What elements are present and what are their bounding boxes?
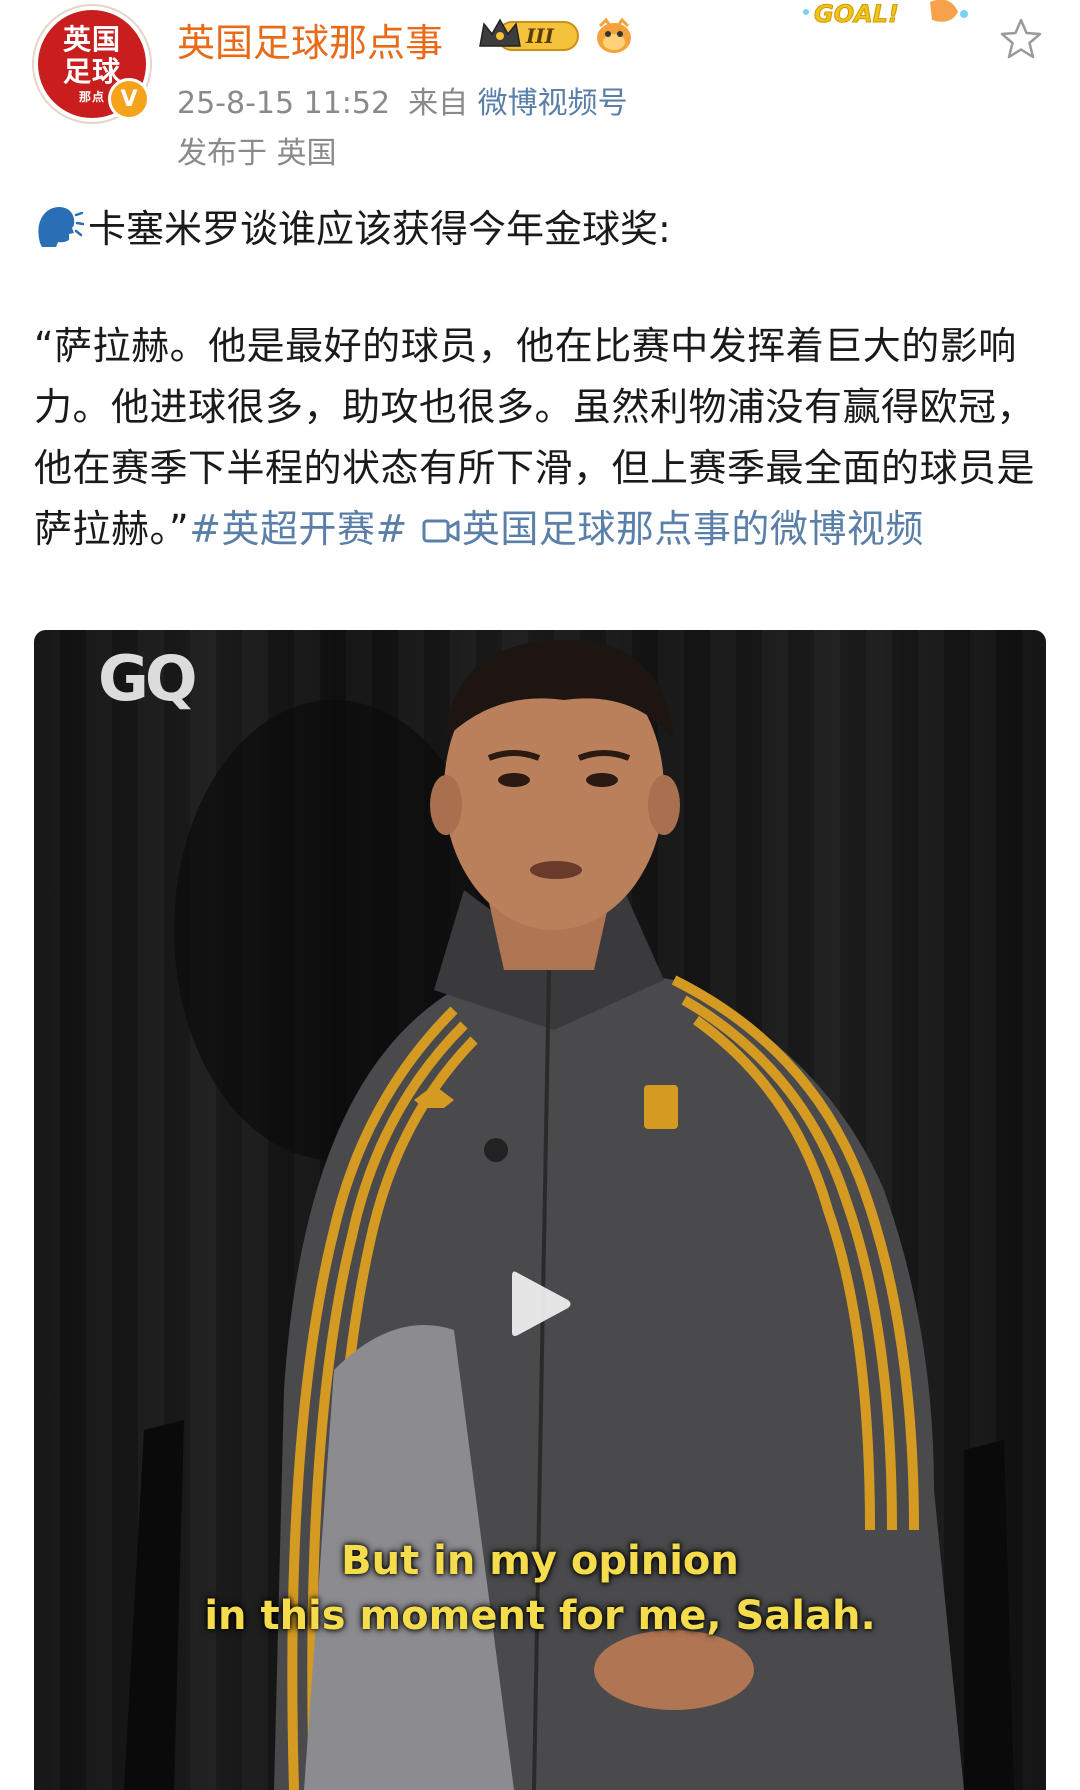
rank-badge-label: III — [525, 24, 555, 48]
username[interactable]: 英国足球那点事 — [177, 12, 443, 67]
post-datetime: 25-8-15 11:52 — [177, 86, 391, 121]
verified-icon: V — [108, 78, 150, 120]
avatar-logo-sub: 那点 — [78, 90, 105, 104]
speaking-head-icon — [38, 206, 84, 247]
subtitle-line-2: in this moment for me, Salah. — [204, 1593, 876, 1639]
gq-watermark: GQ — [98, 642, 198, 715]
post-content: “萨拉赫。他是最好的球员，他在比赛中发挥着巨大的影响力。他进球很多，助攻也很多。… — [34, 316, 1054, 560]
intro-text: 卡塞米罗谈谁应该获得今年金球奖: — [88, 207, 671, 251]
weibo-post: 英国 足球 那点 V 英国足球那点事 III GOAL! 25-8-15 11:… — [0, 0, 1080, 1790]
avatar-logo-line1: 英国 — [62, 23, 121, 56]
post-meta: 25-8-15 11:52 来自 微博视频号 — [177, 78, 628, 122]
source-link[interactable]: 微博视频号 — [478, 86, 628, 121]
star-icon[interactable] — [998, 16, 1044, 62]
source-prefix: 来自 — [408, 86, 469, 121]
goal-sticker: GOAL! — [803, 0, 968, 29]
hashtag-link[interactable]: #英超开赛# — [189, 507, 408, 551]
mascot-icon — [597, 17, 631, 53]
video-camera-icon — [422, 519, 460, 543]
svg-text:GOAL!: GOAL! — [814, 0, 899, 28]
crown-rank-badge: III — [479, 18, 579, 51]
play-icon[interactable] — [508, 1266, 574, 1342]
avatar-logo-line2: 足球 — [62, 55, 121, 88]
video-player[interactable]: GQ But in my opinion in this moment for … — [34, 630, 1046, 1790]
post-intro: 卡塞米罗谈谁应该获得今年金球奖: — [34, 198, 1054, 253]
subtitle-line-1: But in my opinion — [341, 1538, 739, 1584]
post-location: 发布于 英国 — [177, 136, 337, 171]
video-link[interactable]: 英国足球那点事的微博视频 — [462, 507, 924, 551]
video-subtitles: But in my opinion in this moment for me,… — [34, 1534, 1046, 1644]
